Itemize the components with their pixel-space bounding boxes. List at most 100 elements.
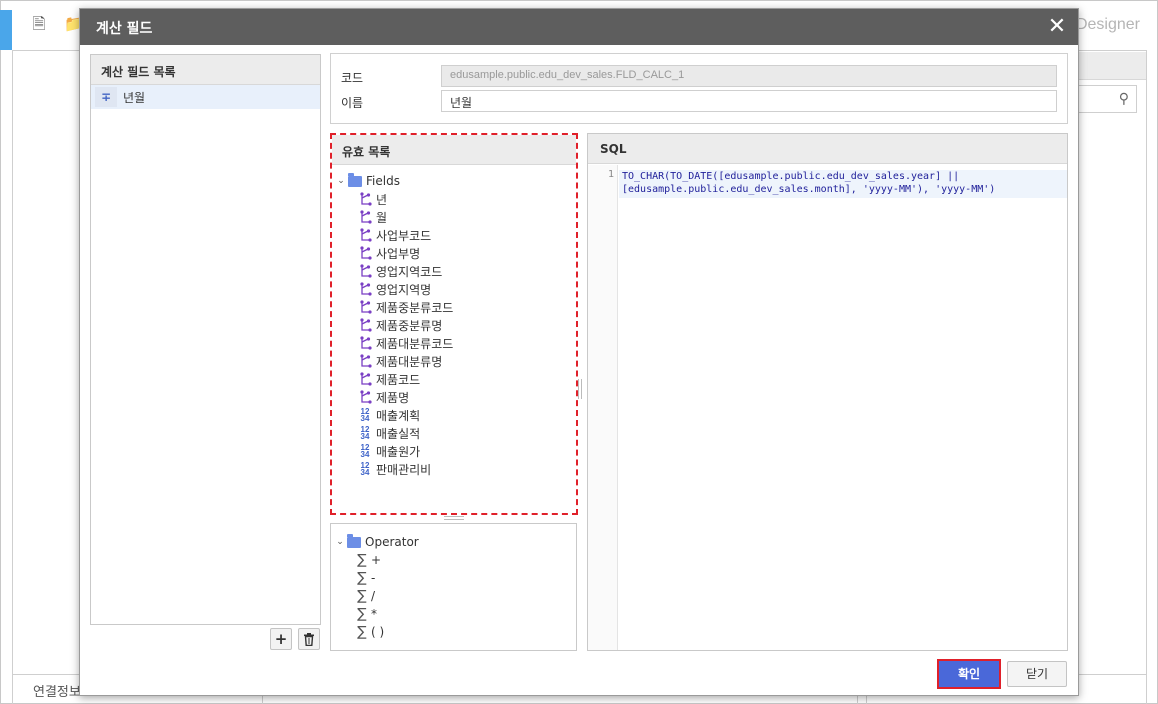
dimension-field-item[interactable]: 제품대분류명 (336, 352, 576, 370)
operator-label: / (371, 589, 376, 603)
operator-folder-label: Operator (365, 535, 419, 549)
dimension-field-icon (360, 192, 372, 206)
operator-panel: ⌄ Operator ∑ + ∑ - ∑ / ∑ * ∑( ) (330, 523, 577, 651)
sql-code-line: [edusample.public.edu_dev_sales.month], … (622, 184, 996, 195)
dimension-field-item[interactable]: 년 (336, 190, 576, 208)
numeric-field-icon: 12 34 (360, 461, 370, 477)
dimension-field-item[interactable]: 사업부코드 (336, 226, 576, 244)
field-label: 제품중분류명 (376, 318, 443, 333)
folder-icon (348, 172, 362, 187)
operator-label: - (371, 571, 376, 585)
calc-field-icon: ∓ (95, 87, 117, 107)
dimension-field-item[interactable]: 제품코드 (336, 370, 576, 388)
dimension-field-icon (360, 354, 372, 368)
calc-field-item[interactable]: ∓ 년월 (91, 85, 320, 109)
fields-tree: ⌄ Fields 년 월사업부코드사업부명영업지역코드영업지역명제품중분류코드제품… (332, 165, 576, 478)
dimension-field-item[interactable]: 제품중분류코드 (336, 298, 576, 316)
field-label: 월 (376, 210, 388, 225)
ok-button[interactable]: 확인 (937, 659, 1001, 689)
calc-field-dialog: 계산 필드 ✕ 계산 필드 목록 ∓ 년월 + 코드 edusample.pub… (79, 8, 1079, 696)
field-label: 매출원가 (376, 444, 421, 459)
field-label: 영업지역코드 (376, 264, 443, 279)
operator-item[interactable]: ∑ * (335, 605, 576, 623)
dimension-field-icon (360, 390, 372, 404)
sql-editor-panel: SQL 1 TO_CHAR(TO_DATE([edusample.public.… (587, 133, 1068, 651)
field-label: 판매관리비 (376, 462, 432, 477)
field-label: 매출실적 (376, 426, 421, 441)
sql-header: SQL (588, 134, 1067, 164)
field-info-panel: 코드 edusample.public.edu_dev_sales.FLD_CA… (330, 53, 1068, 124)
measure-field-item[interactable]: 12 34 판매관리비 (336, 460, 576, 478)
dimension-field-item[interactable]: 제품중분류명 (336, 316, 576, 334)
dimension-field-icon (360, 228, 372, 242)
calc-field-list-panel: 계산 필드 목록 ∓ 년월 (90, 54, 321, 625)
operator-folder[interactable]: ⌄ Operator (335, 533, 576, 551)
chevron-down-icon[interactable]: ⌄ (336, 176, 346, 186)
fields-folder[interactable]: ⌄ Fields (336, 172, 576, 190)
dialog-titlebar[interactable]: 계산 필드 ✕ (80, 9, 1078, 45)
calc-field-item-label: 년월 (123, 90, 146, 105)
add-calc-field-button[interactable]: + (270, 628, 292, 650)
numeric-field-icon: 12 34 (360, 443, 370, 459)
app-accent-bar (0, 10, 12, 50)
panel-splitter-horizontal[interactable] (444, 516, 464, 520)
field-label: 제품대분류명 (376, 354, 443, 369)
dimension-field-item[interactable]: 제품명 (336, 388, 576, 406)
field-label: 제품코드 (376, 372, 421, 387)
app-divider (1146, 50, 1147, 704)
sigma-icon: ∑ (357, 570, 367, 586)
measure-field-item[interactable]: 12 34 매출원가 (336, 442, 576, 460)
close-button[interactable]: 닫기 (1007, 661, 1067, 687)
sql-gutter: 1 (588, 165, 618, 650)
field-label: 년 (376, 192, 388, 207)
document-icon[interactable]: 🗎 (30, 14, 48, 34)
search-icon[interactable]: ⚲ (1119, 91, 1129, 107)
operator-item[interactable]: ∑ + (335, 551, 576, 569)
dimension-field-item[interactable]: 제품대분류코드 (336, 334, 576, 352)
sql-code-line: TO_CHAR(TO_DATE([edusample.public.edu_de… (622, 171, 960, 182)
dimension-field-icon (360, 264, 372, 278)
operator-tree: ⌄ Operator ∑ + ∑ - ∑ / ∑ * ∑( ) (331, 524, 576, 641)
dimension-field-item[interactable]: 영업지역명 (336, 280, 576, 298)
measure-field-item[interactable]: 12 34 매출실적 (336, 424, 576, 442)
close-icon[interactable]: ✕ (1044, 13, 1070, 41)
dimension-field-icon (360, 282, 372, 296)
dimension-field-icon (360, 336, 372, 350)
delete-calc-field-button[interactable] (298, 628, 320, 650)
name-label: 이름 (341, 96, 364, 110)
sql-editor[interactable]: TO_CHAR(TO_DATE([edusample.public.edu_de… (622, 170, 1062, 196)
dimension-field-icon (360, 246, 372, 260)
dimension-field-icon (360, 372, 372, 386)
field-label: 매출계획 (376, 408, 421, 423)
sigma-icon: ∑ (357, 552, 367, 568)
operator-label: + (371, 553, 382, 567)
connection-info-tab[interactable]: 연결정보 (33, 681, 81, 700)
name-field[interactable]: 년월 (441, 90, 1057, 112)
sigma-icon: ∑ (357, 624, 367, 640)
field-label: 사업부코드 (376, 228, 432, 243)
dimension-field-icon (360, 210, 372, 224)
valid-list-panel: 유효 목록 ⌄ Fields 년 월 사업부코드 사업부명 영업지역코드 영업지역명 제품중… (330, 133, 578, 515)
field-label: 제품명 (376, 390, 410, 405)
field-label: 영업지역명 (376, 282, 432, 297)
field-label: 사업부명 (376, 246, 421, 261)
dimension-field-item[interactable]: 월 (336, 208, 576, 226)
operator-item[interactable]: ∑ / (335, 587, 576, 605)
operator-item[interactable]: ∑ ( ) (335, 623, 576, 641)
operator-item[interactable]: ∑ - (335, 569, 576, 587)
app-divider (12, 50, 13, 704)
trash-icon (304, 633, 314, 647)
app-panel-header (1078, 52, 1146, 80)
measure-field-item[interactable]: 12 34 매출계획 (336, 406, 576, 424)
code-label: 코드 (341, 71, 364, 85)
dimension-field-item[interactable]: 영업지역코드 (336, 262, 576, 280)
code-field: edusample.public.edu_dev_sales.FLD_CALC_… (441, 65, 1057, 87)
dimension-field-item[interactable]: 사업부명 (336, 244, 576, 262)
dimension-field-icon (360, 300, 372, 314)
numeric-field-icon: 12 34 (360, 425, 370, 441)
panel-splitter-vertical[interactable] (578, 379, 582, 399)
folder-icon (347, 533, 361, 548)
field-label: 제품중분류코드 (376, 300, 454, 315)
field-label: 제품대분류코드 (376, 336, 454, 351)
chevron-down-icon[interactable]: ⌄ (335, 537, 345, 547)
